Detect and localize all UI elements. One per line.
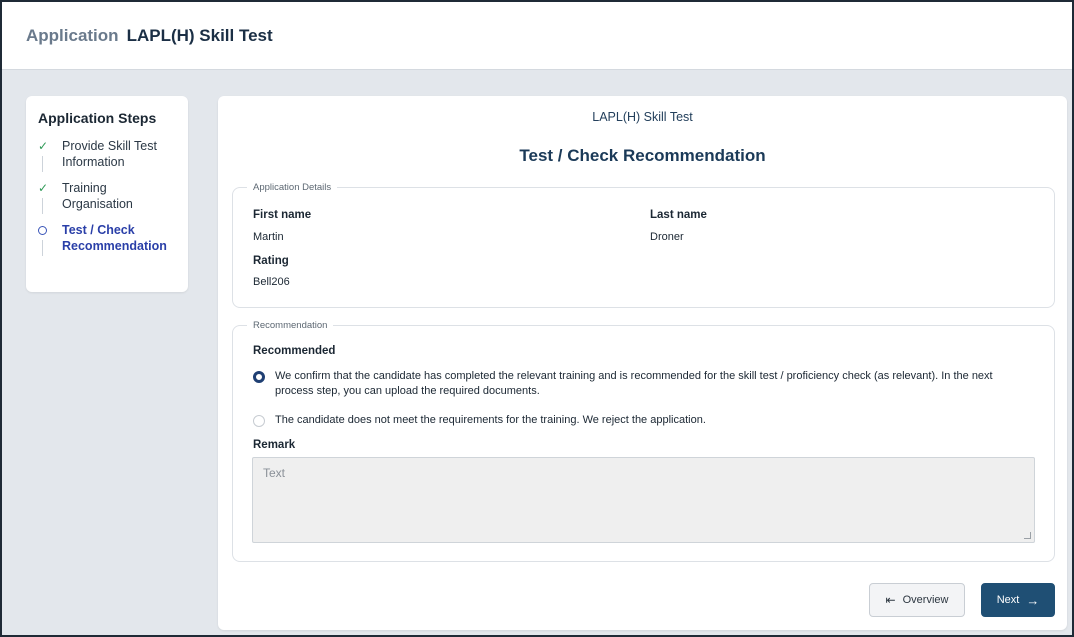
form-heading: Test / Check Recommendation [519,146,766,165]
step-connector [42,240,43,256]
header-lead: Application [26,25,119,45]
radio-option-label: The candidate does not meet the requirem… [275,414,706,426]
overview-label: Overview [902,594,949,606]
remark-label: Remark [253,439,296,451]
recommended-label: Recommended [253,345,336,357]
circle-icon [38,226,47,235]
radio-option-reject[interactable]: The candidate does not meet the requirem… [253,413,1034,428]
first-name-label: First name [253,209,312,221]
last-name-value: Droner [650,231,684,243]
step-test-check-recommendation[interactable]: Test / Check Recommendation [38,222,178,264]
remark-textarea[interactable]: Text [252,457,1035,543]
app-window: Application LAPL(H) Skill Test Applicati… [0,0,1074,637]
check-icon: ✓ [38,181,49,195]
form-subtitle: LAPL(H) Skill Test [592,110,693,124]
step-training-organisation[interactable]: ✓ Training Organisation [38,180,178,222]
application-steps-panel: Application Steps ✓ Provide Skill Test I… [26,96,188,292]
radio-button-selected[interactable] [253,371,265,383]
radio-option-label: We confirm that the candidate has comple… [275,370,993,397]
section-legend: Recommendation [253,320,328,331]
section-legend: Application Details [253,182,332,193]
arrow-right-icon: → [1026,592,1040,608]
next-label: Next [996,594,1020,606]
page-title: LAPL(H) Skill Test [126,25,273,45]
radio-button-unselected[interactable] [253,415,265,427]
overview-button[interactable]: ⇤ Overview [869,583,965,617]
resize-handle-icon[interactable] [1024,532,1031,539]
check-icon: ✓ [38,139,49,153]
step-label: Test / Check Recommendation [62,223,167,253]
step-provide-skill-test-info[interactable]: ✓ Provide Skill Test Information [38,138,178,180]
step-connector [42,156,43,172]
rating-value: Bell206 [253,276,290,288]
rating-label: Rating [253,255,289,267]
last-name-label: Last name [650,209,707,221]
step-connector [42,198,43,214]
radio-option-recommend[interactable]: We confirm that the candidate has comple… [253,369,1034,399]
app-header: Application LAPL(H) Skill Test [2,2,1072,70]
steps-title: Application Steps [38,110,157,126]
step-label: Training Organisation [62,181,133,211]
application-details-section: Application Details First name Martin La… [232,182,1055,308]
remark-placeholder: Text [263,466,286,480]
step-label: Provide Skill Test Information [62,139,157,169]
exit-icon: ⇤ [885,593,896,607]
next-button[interactable]: Next → [981,583,1055,617]
main-card: LAPL(H) Skill Test Test / Check Recommen… [218,96,1067,630]
first-name-value: Martin [253,231,284,243]
